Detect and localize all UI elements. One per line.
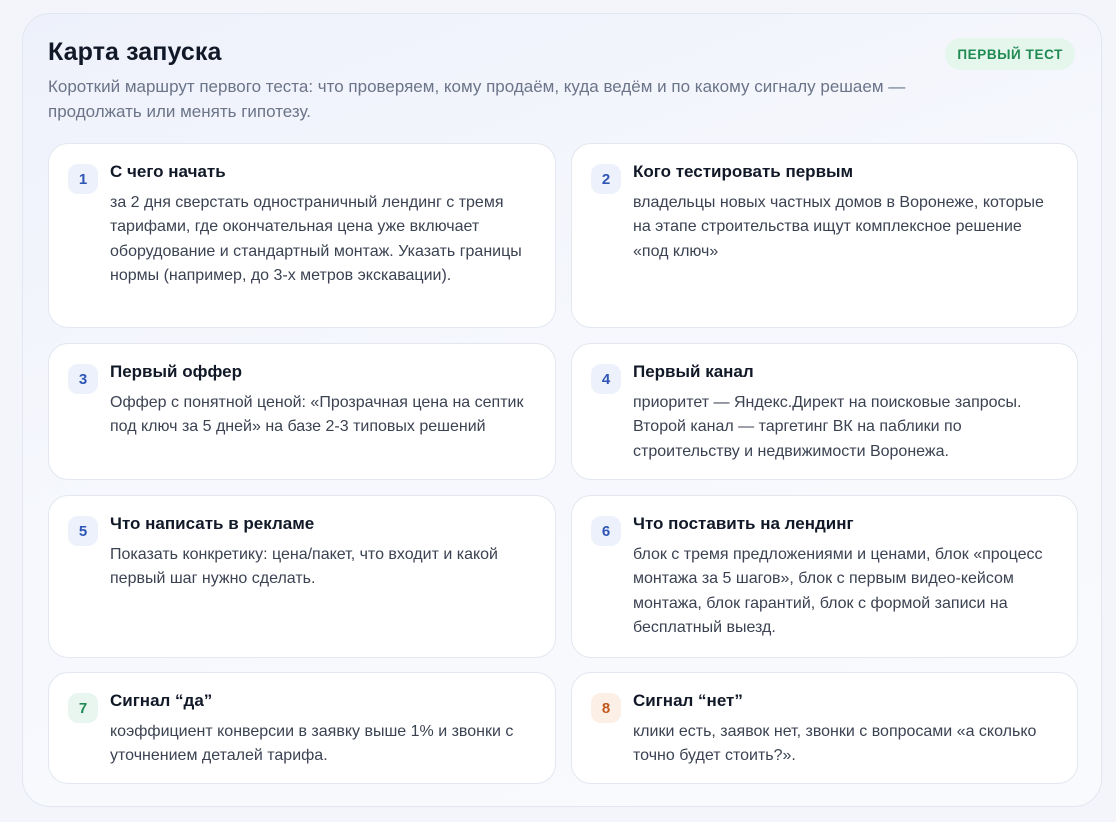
step-description: приоритет — Яндекс.Директ на поисковые з…: [633, 394, 1022, 460]
step-description: клики есть, заявок нет, звонки с вопроса…: [633, 723, 1037, 765]
step-card-5: 5 Что написать в рекламе Показать конкре…: [48, 495, 556, 658]
step-number-badge: 3: [68, 364, 98, 394]
step-number-badge: 7: [68, 693, 98, 723]
step-number-badge: 5: [68, 516, 98, 546]
step-description: Оффер с понятной ценой: «Прозрачная цена…: [110, 394, 524, 436]
step-description: владельцы новых частных домов в Воронеже…: [633, 194, 1044, 260]
status-badge: ПЕРВЫЙ ТЕСТ: [945, 38, 1075, 70]
launch-map-panel: Карта запуска ПЕРВЫЙ ТЕСТ Короткий маршр…: [22, 13, 1102, 807]
step-number-badge: 8: [591, 693, 621, 723]
step-card-2: 2 Кого тестировать первым владельцы новы…: [571, 143, 1078, 328]
step-title: Кого тестировать первым: [633, 162, 854, 181]
step-card-8: 8 Сигнал “нет” клики есть, заявок нет, з…: [571, 672, 1078, 784]
page-title: Карта запуска: [48, 38, 222, 66]
step-title: Что написать в рекламе: [110, 514, 315, 533]
step-description: Показать конкретику: цена/пакет, что вхо…: [110, 546, 498, 588]
step-description: коэффициент конверсии в заявку выше 1% и…: [110, 723, 514, 765]
step-title: Сигнал “да”: [110, 691, 213, 710]
step-number-badge: 6: [591, 516, 621, 546]
step-title: С чего начать: [110, 162, 226, 181]
step-number-badge: 4: [591, 364, 621, 394]
step-card-3: 3 Первый оффер Оффер с понятной ценой: «…: [48, 343, 556, 480]
step-number-badge: 1: [68, 164, 98, 194]
step-title: Первый канал: [633, 362, 754, 381]
step-card-7: 7 Сигнал “да” коэффициент конверсии в за…: [48, 672, 556, 784]
step-title: Первый оффер: [110, 362, 242, 381]
step-title: Сигнал “нет”: [633, 691, 743, 710]
page-subtitle: Короткий маршрут первого теста: что пров…: [48, 77, 906, 121]
step-title: Что поставить на лендинг: [633, 514, 854, 533]
step-card-6: 6 Что поставить на лендинг блок с тремя …: [571, 495, 1078, 658]
step-description: за 2 дня сверстать одностраничный лендин…: [110, 194, 522, 285]
step-description: блок с тремя предложениями и ценами, бло…: [633, 546, 1043, 637]
step-card-4: 4 Первый канал приоритет — Яндекс.Директ…: [571, 343, 1078, 480]
step-card-1: 1 С чего начать за 2 дня сверстать однос…: [48, 143, 556, 328]
step-number-badge: 2: [591, 164, 621, 194]
